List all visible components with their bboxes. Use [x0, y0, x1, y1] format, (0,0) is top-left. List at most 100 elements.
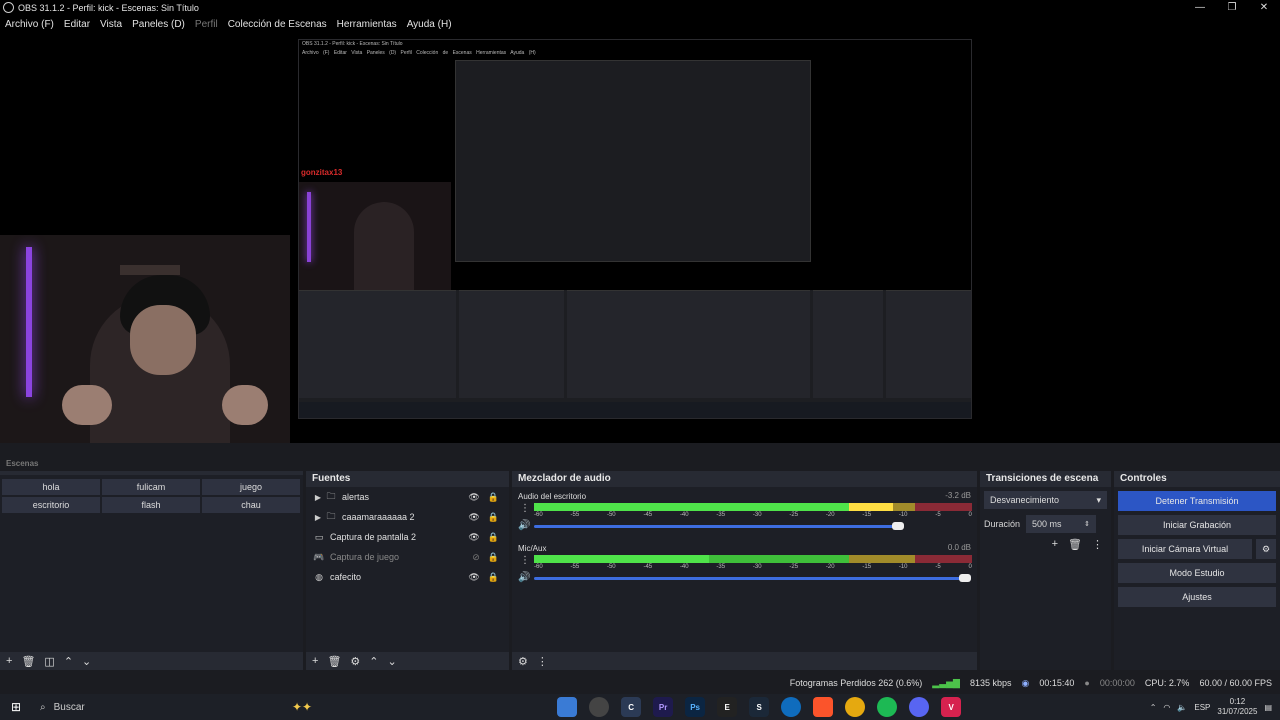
lock-icon[interactable]: 🔒	[488, 552, 499, 563]
close-button[interactable]: ✕	[1248, 0, 1280, 15]
move-down-icon[interactable]: ⌄	[82, 655, 91, 668]
transition-select[interactable]: Desvanecimiento ▾	[984, 491, 1107, 509]
remove-source-icon[interactable]: 🗑	[327, 655, 341, 668]
virtual-camera-button[interactable]: Iniciar Cámara Virtual	[1118, 539, 1252, 559]
brave-icon[interactable]	[813, 697, 834, 717]
menu-herramientas[interactable]: Herramientas	[337, 19, 397, 30]
scene-fulicam[interactable]: fulicam	[102, 479, 200, 495]
add-source-icon[interactable]: +	[312, 655, 318, 667]
source-settings-icon[interactable]: ⚙	[350, 655, 360, 668]
wifi-icon[interactable]: ◠	[1163, 703, 1170, 712]
meter-tick-label: -15	[862, 564, 872, 570]
scene-hola[interactable]: hola	[2, 479, 100, 495]
app-icon[interactable]: C	[621, 697, 642, 717]
volume-slider[interactable]	[534, 525, 898, 528]
menu-editar[interactable]: Editar	[64, 19, 90, 30]
lock-icon[interactable]: 🔒	[488, 572, 499, 583]
start-recording-button[interactable]: Iniciar Grabación	[1118, 515, 1276, 535]
move-down-icon[interactable]: ⌄	[388, 655, 397, 668]
duration-field[interactable]: 500 ms ⇕	[1026, 515, 1097, 533]
source-row[interactable]: ◍ cafecito 👁 🔒	[306, 567, 509, 587]
app-icon[interactable]	[557, 697, 578, 717]
channel-menu-icon[interactable]: ⋮	[520, 503, 530, 514]
advanced-audio-icon[interactable]: ⚙	[518, 655, 528, 668]
lock-icon[interactable]: 🔒	[488, 512, 499, 523]
nested-docks	[299, 290, 971, 398]
stepper-icon[interactable]: ⇕	[1084, 520, 1090, 528]
source-row[interactable]: ▶ 🗀 alertas 👁 🔒	[306, 487, 509, 507]
studio-mode-button[interactable]: Modo Estudio	[1118, 563, 1276, 583]
lock-icon[interactable]: 🔒	[488, 492, 499, 503]
minimize-button[interactable]: —	[1184, 0, 1216, 15]
channel-menu-icon[interactable]: ⋮	[520, 555, 530, 566]
notifications-icon[interactable]: ▤	[1264, 703, 1272, 712]
eye-icon[interactable]: 👁	[468, 532, 479, 543]
stop-stream-button[interactable]: Detener Transmisión	[1118, 491, 1276, 511]
transitions-header: Transiciones de escena	[986, 473, 1099, 484]
windows-start-icon[interactable]: ⊞	[0, 700, 32, 714]
photoshop-icon[interactable]: Ps	[685, 697, 706, 717]
menu-coleccion-escenas[interactable]: Colección de Escenas	[228, 19, 327, 30]
app-icon[interactable]: V	[941, 697, 962, 717]
volume-slider-handle[interactable]	[891, 522, 904, 530]
scene-chau[interactable]: chau	[202, 497, 300, 513]
language-indicator[interactable]: ESP	[1194, 703, 1210, 712]
chrome-icon[interactable]	[845, 697, 866, 717]
speaker-icon[interactable]: 🔊	[518, 572, 530, 583]
scene-juego[interactable]: juego	[202, 479, 300, 495]
stream-icon: ◉	[1021, 677, 1030, 688]
premiere-icon[interactable]: Pr	[653, 697, 674, 717]
eye-hidden-icon[interactable]: ⊘	[472, 552, 480, 563]
steam-icon[interactable]: S	[749, 697, 770, 717]
meter-tick-label: -40	[679, 564, 689, 570]
expand-arrow-icon[interactable]: ▶	[312, 493, 324, 502]
discord-icon[interactable]	[909, 697, 930, 717]
move-up-icon[interactable]: ⌃	[369, 655, 378, 668]
channel-db: -3.2 dB	[945, 491, 971, 500]
speaker-icon[interactable]: 🔊	[518, 520, 530, 531]
remove-transition-icon[interactable]: 🗑	[1068, 538, 1082, 551]
gear-icon[interactable]: ⚙	[1256, 539, 1276, 559]
source-row[interactable]: ▶ 🗀 caaamaraaaaaa 2 👁 🔒	[306, 507, 509, 527]
folder-icon: 🗀	[326, 511, 336, 521]
sparkle-icon[interactable]: ✦✦	[292, 700, 312, 714]
scene-flash[interactable]: flash	[102, 497, 200, 513]
volume-slider-handle[interactable]	[959, 574, 972, 582]
source-row[interactable]: 🎮 Captura de juego ⊘ 🔒	[306, 547, 509, 567]
remove-scene-icon[interactable]: 🗑	[21, 655, 35, 668]
epic-games-icon[interactable]: E	[717, 697, 738, 717]
edge-icon[interactable]	[781, 697, 802, 717]
lock-icon[interactable]: 🔒	[488, 532, 499, 543]
meter-scale: -60 -55 -50 -45 -40 -35 -30 -25 -20 -15 -10 -5 0	[534, 564, 972, 572]
menu-archivo[interactable]: Archivo (F)	[5, 19, 54, 30]
menu-perfil[interactable]: Perfil	[195, 19, 218, 30]
add-scene-icon[interactable]: +	[6, 655, 12, 667]
mixer-channel-mic: Mic/Aux 0.0 dB ⋮ -60 -55 -50 -45 -40 -35 -30 -2…	[512, 539, 977, 591]
eye-icon[interactable]: 👁	[468, 492, 479, 503]
chevron-up-icon[interactable]: ⌃	[1150, 703, 1157, 712]
menu-paneles[interactable]: Paneles (D)	[132, 19, 185, 30]
move-up-icon[interactable]: ⌃	[64, 655, 73, 668]
search-placeholder: Buscar	[53, 701, 85, 713]
volume-icon[interactable]: 🔈	[1177, 703, 1187, 712]
source-row[interactable]: ▭ Captura de pantalla 2 👁 🔒	[306, 527, 509, 547]
menu-ayuda[interactable]: Ayuda (H)	[407, 19, 452, 30]
volume-slider[interactable]	[534, 577, 966, 580]
menu-vista[interactable]: Vista	[100, 19, 122, 30]
source-label: caaamaraaaaaa 2	[342, 512, 415, 522]
eye-icon[interactable]: 👁	[468, 572, 479, 583]
expand-arrow-icon[interactable]: ▶	[312, 513, 324, 522]
add-transition-icon[interactable]: +	[1052, 538, 1058, 551]
mixer-menu-icon[interactable]: ⋮	[537, 655, 548, 668]
obs-app-icon[interactable]	[589, 697, 610, 717]
eye-icon[interactable]: 👁	[468, 512, 479, 523]
spotify-icon[interactable]	[877, 697, 898, 717]
settings-button[interactable]: Ajustes	[1118, 587, 1276, 607]
clock[interactable]: 0:12 31/07/2025	[1217, 697, 1257, 717]
scene-escritorio[interactable]: escritorio	[2, 497, 100, 513]
restore-button[interactable]: ❐	[1216, 0, 1248, 15]
meter-tick-label: -55	[570, 512, 580, 518]
transition-menu-icon[interactable]: ⋮	[1092, 538, 1103, 551]
taskbar-search[interactable]: ⌕ Buscar	[32, 696, 222, 718]
scene-filter-icon[interactable]: ◫	[44, 655, 54, 668]
